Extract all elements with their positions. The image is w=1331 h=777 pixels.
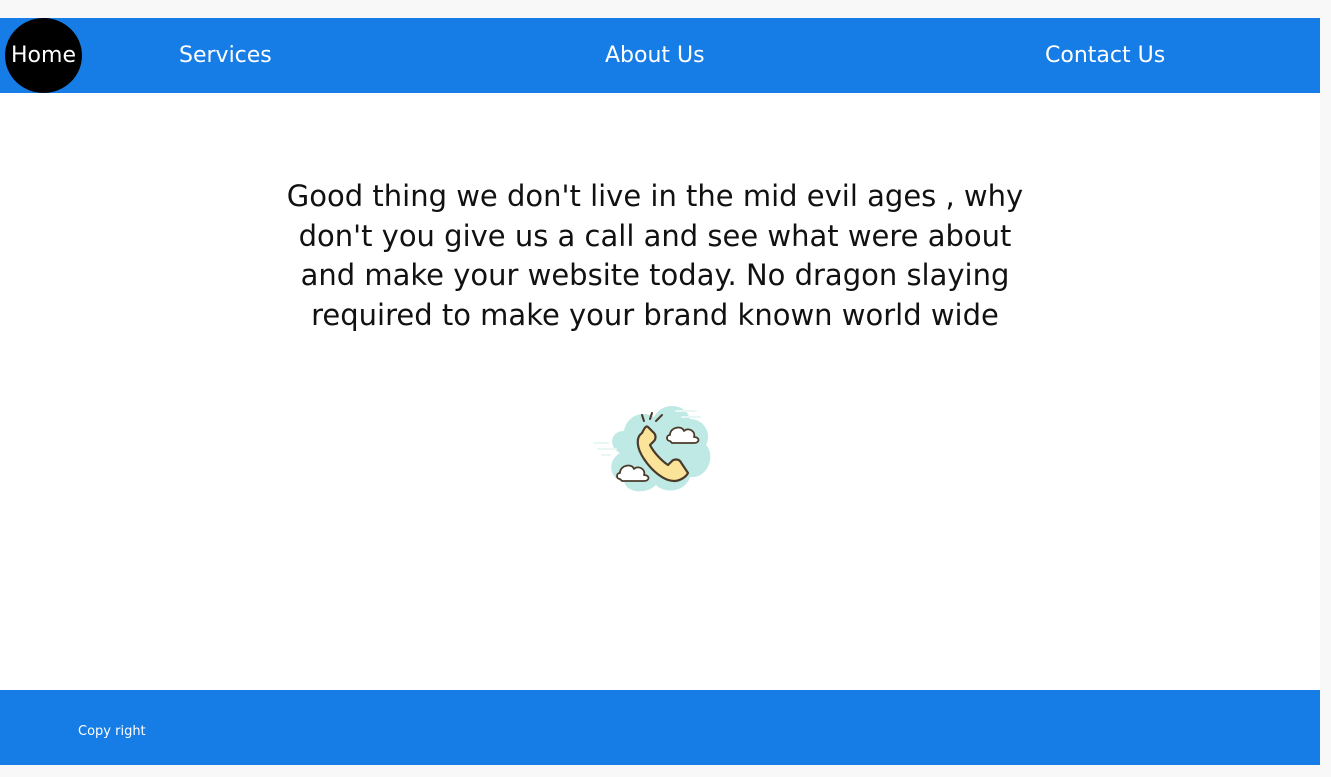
nav-contact-link[interactable]: Contact Us <box>1045 18 1165 93</box>
contact-message: Good thing we don't live in the mid evil… <box>286 179 1024 332</box>
nav-services-link[interactable]: Services <box>179 18 272 93</box>
copyright-text: Copy right <box>78 724 146 739</box>
footer: Copy right <box>0 690 1320 765</box>
nav-home-link[interactable]: Home <box>5 18 82 93</box>
page: Home Services About Us Contact Us Good t… <box>0 0 1331 777</box>
nav-about-link[interactable]: About Us <box>605 18 705 93</box>
main-content: Good thing we don't live in the mid evil… <box>0 93 1320 690</box>
nav-home-label: Home <box>11 43 76 68</box>
navbar: Home Services About Us Contact Us <box>0 18 1320 93</box>
phone-call-icon[interactable] <box>590 395 718 499</box>
